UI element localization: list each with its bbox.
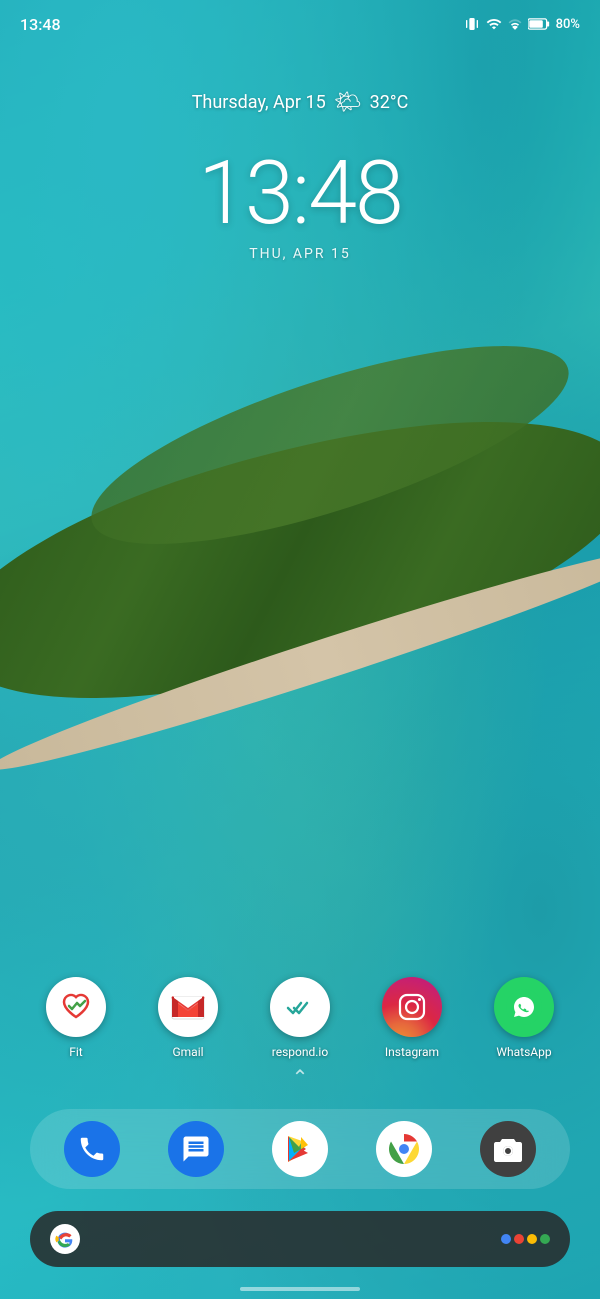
gmail-icon [158, 977, 218, 1037]
respondio-icon [270, 977, 330, 1037]
chrome-app[interactable] [376, 1121, 432, 1177]
bottom-dock [30, 1109, 570, 1189]
signal-icon [508, 16, 522, 32]
app-instagram[interactable]: Instagram [382, 977, 442, 1059]
google-g-icon [50, 1224, 80, 1254]
clock-widget: 13:48 THU, APR 15 [0, 150, 600, 262]
status-bar: 13:48 80% [0, 0, 600, 48]
weather-temp: 32°C [370, 92, 409, 113]
weather-widget: Thursday, Apr 15 🌤 32°C [0, 90, 600, 115]
status-time: 13:48 [20, 15, 61, 34]
whatsapp-label: WhatsApp [496, 1045, 551, 1059]
battery-icon [528, 17, 550, 31]
gmail-label: Gmail [172, 1045, 203, 1059]
weather-emoji: 🌤 [334, 90, 362, 115]
fit-icon [46, 977, 106, 1037]
app-row: Fit Gmail [0, 977, 600, 1059]
dot-yellow [527, 1234, 537, 1244]
dot-blue [501, 1234, 511, 1244]
swipe-up-indicator: ⌃ [292, 1065, 309, 1089]
instagram-label: Instagram [385, 1045, 439, 1059]
home-indicator [240, 1287, 360, 1291]
messages-app[interactable] [168, 1121, 224, 1177]
camera-app[interactable] [480, 1121, 536, 1177]
battery-percent: 80% [556, 17, 580, 32]
whatsapp-icon [494, 977, 554, 1037]
search-bar[interactable] [30, 1211, 570, 1267]
app-whatsapp[interactable]: WhatsApp [494, 977, 554, 1059]
dot-red [514, 1234, 524, 1244]
weather-date-text: Thursday, Apr 15 [192, 92, 326, 113]
playstore-app[interactable] [272, 1121, 328, 1177]
dot-green [540, 1234, 550, 1244]
fit-label: Fit [69, 1045, 82, 1059]
respondio-label: respond.io [272, 1045, 328, 1059]
app-gmail[interactable]: Gmail [158, 977, 218, 1059]
app-fit[interactable]: Fit [46, 977, 106, 1059]
vibrate-icon [464, 16, 480, 32]
wifi-icon [486, 16, 502, 32]
weather-date: Thursday, Apr 15 🌤 32°C [0, 90, 600, 115]
clock-time: 13:48 [0, 150, 600, 238]
clock-date: THU, APR 15 [0, 246, 600, 262]
instagram-icon [382, 977, 442, 1037]
google-assistant-icon[interactable] [501, 1234, 550, 1244]
phone-app[interactable] [64, 1121, 120, 1177]
status-icons: 80% [464, 16, 580, 32]
app-respondio[interactable]: respond.io [270, 977, 330, 1059]
